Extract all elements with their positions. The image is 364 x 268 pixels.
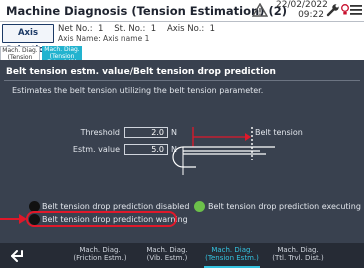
nav-tab-label-line2: (Vib. Estm.): [146, 254, 188, 262]
nav-tab-label-line2: (Tension Estm.): [205, 254, 259, 262]
nav-tab-tension-estm[interactable]: Mach. Diag. (Tension Estm.): [202, 246, 262, 262]
nav-tab-friction-estm[interactable]: Mach. Diag. (Friction Estm.): [70, 246, 130, 262]
nav-tab-label-line1: Mach. Diag.: [146, 246, 188, 254]
nav-tab-label-line1: Mach. Diag.: [211, 246, 253, 254]
nav-tab-ttl-trvl-dist[interactable]: Mach. Diag. (Ttl. Trvl. Dist.): [268, 246, 328, 262]
nav-tab-label-line2: (Ttl. Trvl. Dist.): [272, 254, 324, 262]
pointer-arrow-icon: [0, 214, 27, 224]
nav-tab-label-line2: (Friction Estm.): [73, 254, 127, 262]
nav-tab-label-line1: Mach. Diag.: [277, 246, 319, 254]
nav-tab-label-line1: Mach. Diag.: [79, 246, 121, 254]
back-arrow-icon[interactable]: [0, 243, 36, 268]
nav-tab-vib-estm[interactable]: Mach. Diag. (Vib. Estm.): [137, 246, 197, 262]
